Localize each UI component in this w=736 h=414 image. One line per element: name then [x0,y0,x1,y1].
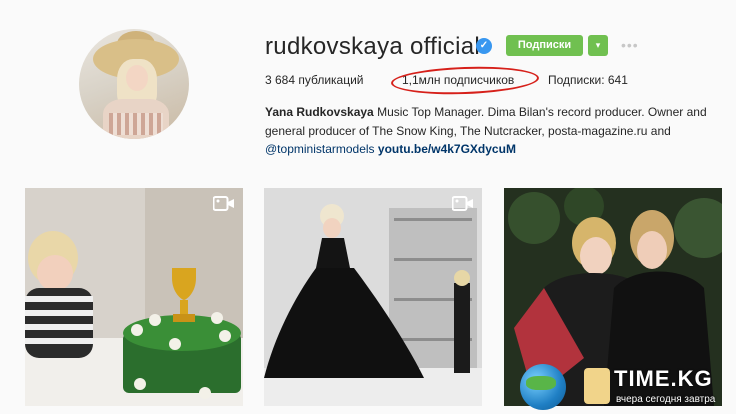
profile-avatar[interactable] [79,29,189,139]
posts-count-text: 3 684 публикаций [265,73,364,87]
profile-bio: Yana Rudkovskaya Music Top Manager. Dima… [265,103,725,159]
following-count[interactable]: Подписки: 641 [548,73,628,87]
verified-badge-icon: ✓ [476,38,492,54]
watermark-title: TIME.KG [614,366,713,391]
post-1-image [25,188,243,406]
post-thumbnail-2[interactable] [264,188,482,406]
profile-username: rudkovskaya official [265,33,480,60]
more-options-icon[interactable]: ••• [621,38,639,52]
avatar-face [126,65,148,91]
globe-land-shape [526,376,556,390]
avatar-dress-pattern [109,113,163,135]
video-camera-icon [452,196,473,211]
bio-text-line1: Music Top Manager. Dima Bilan's record p… [373,105,707,119]
bio-external-link[interactable]: youtu.be/w4k7GXdycuM [378,142,516,156]
bio-mention-link[interactable]: @topministarmodels [265,142,375,156]
post-thumbnail-1[interactable] [25,188,243,406]
watermark-subtitle: вчера сегодня завтра [616,394,716,405]
bio-text-line2: general producer of The Snow King, The N… [265,123,671,138]
time-kg-watermark: TIME.KG вчера сегодня завтра [518,360,734,412]
red-annotation-circle [390,64,540,97]
following-count-text: Подписки: 641 [548,73,628,87]
hourglass-icon [584,368,610,404]
following-button[interactable]: Подписки [506,35,583,56]
suggestions-dropdown-button[interactable]: ▾ [588,35,608,56]
posts-count: 3 684 публикаций [265,73,364,87]
post-2-image [264,188,482,406]
bio-full-name: Yana Rudkovskaya [265,105,374,119]
video-camera-icon [213,196,234,211]
